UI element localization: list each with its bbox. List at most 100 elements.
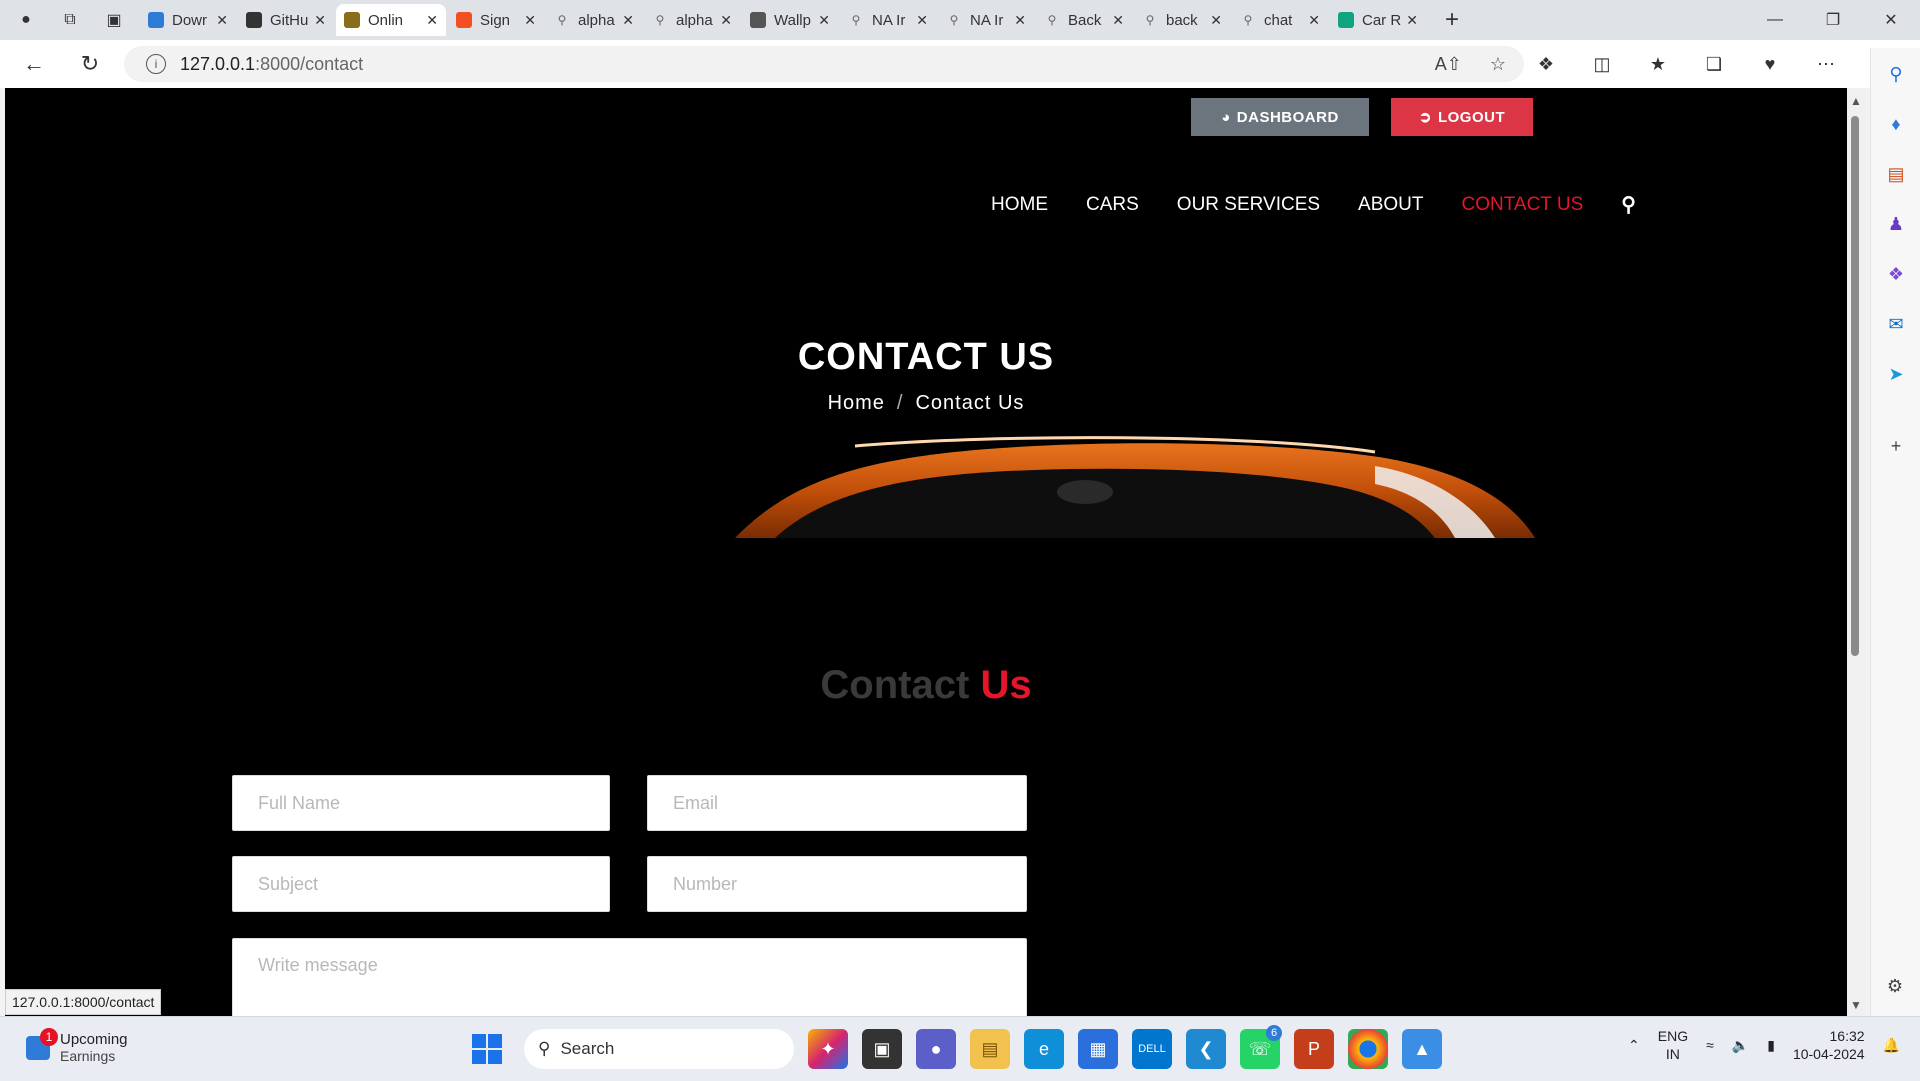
widgets-button[interactable]: 1 Upcoming Earnings <box>26 1027 128 1064</box>
number-input[interactable]: Number <box>647 856 1027 912</box>
browser-tab[interactable]: ⚲ alpha ✕ <box>546 4 642 36</box>
teams-chat-icon[interactable]: ● <box>916 1029 956 1069</box>
microsoft-365-icon[interactable]: ❖ <box>1880 258 1912 290</box>
performance-icon[interactable]: ♥ <box>1752 46 1788 82</box>
refresh-button[interactable]: ↻ <box>72 46 108 82</box>
close-tab-icon[interactable]: ✕ <box>524 12 536 29</box>
show-hidden-icons-icon[interactable]: ⌃ <box>1628 1037 1640 1054</box>
volume-icon[interactable]: 🔈 <box>1732 1037 1749 1054</box>
vscode-app-icon[interactable]: ❮ <box>1186 1029 1226 1069</box>
nav-cars[interactable]: CARS <box>1086 194 1139 216</box>
chrome-app-icon[interactable] <box>1348 1029 1388 1069</box>
nav-our-services[interactable]: OUR SERVICES <box>1177 194 1320 216</box>
edge-browser-icon[interactable]: e <box>1024 1029 1064 1069</box>
site-info-icon[interactable]: i <box>146 54 166 74</box>
tools-briefcase-icon[interactable]: ▤ <box>1880 158 1912 190</box>
browser-tab[interactable]: Car R ✕ <box>1330 4 1426 36</box>
notification-bell-icon[interactable]: 🔔 <box>1883 1037 1900 1054</box>
full-name-input[interactable]: Full Name <box>232 775 610 831</box>
favorites-icon[interactable]: ★ <box>1640 46 1676 82</box>
browser-tab[interactable]: Wallp ✕ <box>742 4 838 36</box>
email-input[interactable]: Email <box>647 775 1027 831</box>
close-tab-icon[interactable]: ✕ <box>1112 12 1124 29</box>
clock[interactable]: 16:32 10-04-2024 <box>1793 1027 1865 1063</box>
battery-icon[interactable]: ▮ <box>1767 1037 1775 1054</box>
task-view-icon[interactable]: ▣ <box>862 1029 902 1069</box>
browser-tab[interactable]: ⚲ NA Ir ✕ <box>938 4 1034 36</box>
sidebar-search-icon[interactable]: ⚲ <box>1880 58 1912 90</box>
games-icon[interactable]: ♟ <box>1880 208 1912 240</box>
taskbar-search[interactable]: ⚲ Search <box>524 1029 794 1069</box>
start-button[interactable] <box>472 1034 502 1064</box>
page-scrollbar[interactable]: ▲ ▼ <box>1847 88 1865 1016</box>
nav-about[interactable]: ABOUT <box>1358 194 1423 216</box>
window-controls: — ❐ ✕ <box>1746 0 1920 40</box>
url-host: 127.0.0.1 <box>180 53 256 74</box>
split-screen-icon[interactable]: ◫ <box>1584 46 1620 82</box>
powerpoint-app-icon[interactable]: P <box>1294 1029 1334 1069</box>
close-window-button[interactable]: ✕ <box>1862 0 1920 40</box>
url-text[interactable]: 127.0.0.1:8000/contact <box>180 54 363 75</box>
nav-contact-us[interactable]: CONTACT US <box>1462 194 1584 216</box>
browser-tab[interactable]: GitHu ✕ <box>238 4 334 36</box>
close-tab-icon[interactable]: ✕ <box>818 12 830 29</box>
language-indicator[interactable]: ENG IN <box>1658 1027 1688 1063</box>
extensions-icon[interactable]: ❖ <box>1528 46 1564 82</box>
favorite-star-icon[interactable]: ☆ <box>1490 54 1506 75</box>
close-tab-icon[interactable]: ✕ <box>1014 12 1026 29</box>
close-tab-icon[interactable]: ✕ <box>622 12 634 29</box>
file-explorer-icon[interactable]: ▤ <box>970 1029 1010 1069</box>
wifi-icon[interactable]: ≈ <box>1706 1037 1714 1053</box>
close-tab-icon[interactable]: ✕ <box>1406 12 1418 29</box>
scroll-up-icon[interactable]: ▲ <box>1850 94 1862 108</box>
search-icon[interactable]: ⚲ <box>1621 192 1636 217</box>
back-button[interactable]: ← <box>16 46 52 82</box>
workspaces-icon[interactable]: ⧉ <box>52 2 88 38</box>
nav-home[interactable]: HOME <box>991 194 1048 216</box>
dell-app-icon[interactable]: DELL <box>1132 1029 1172 1069</box>
scrollbar-thumb[interactable] <box>1851 116 1859 656</box>
url-field[interactable]: i 127.0.0.1:8000/contact A⇧ ☆ <box>124 46 1524 82</box>
collections-icon[interactable]: ❏ <box>1696 46 1732 82</box>
copilot-app-icon[interactable]: ✦ <box>808 1029 848 1069</box>
profile-icon[interactable]: ● <box>8 2 44 38</box>
close-tab-icon[interactable]: ✕ <box>216 12 228 29</box>
browser-tab[interactable]: Onlin ✕ <box>336 4 446 36</box>
outlook-icon[interactable]: ✉ <box>1880 308 1912 340</box>
hero-title: CONTACT US <box>797 336 1055 378</box>
read-aloud-icon[interactable]: A⇧ <box>1435 54 1462 75</box>
subject-input[interactable]: Subject <box>232 856 610 912</box>
browser-tab[interactable]: ⚲ chat ✕ <box>1232 4 1328 36</box>
browser-tab[interactable]: ⚲ back ✕ <box>1134 4 1230 36</box>
browser-tab[interactable]: ⚲ Back ✕ <box>1036 4 1132 36</box>
add-sidebar-app-icon[interactable]: + <box>1880 430 1912 462</box>
whatsapp-app-icon[interactable]: ☏ 6 <box>1240 1025 1282 1069</box>
browser-tab[interactable]: ⚲ NA Ir ✕ <box>840 4 936 36</box>
scroll-down-icon[interactable]: ▼ <box>1850 998 1862 1012</box>
browser-tab-bar: ● ⧉ ▣ Dowr ✕ GitHu ✕ Onlin ✕ Sign ✕ ⚲ alpha ✕ ⚲ alph… <box>0 0 1920 40</box>
microsoft-store-icon[interactable]: ▦ <box>1078 1029 1118 1069</box>
sidebar-settings-icon[interactable]: ⚙ <box>1879 970 1911 1002</box>
logout-button[interactable]: ➲ LOGOUT <box>1391 98 1533 136</box>
subject-placeholder: Subject <box>258 873 319 894</box>
shopping-tag-icon[interactable]: ♦ <box>1880 108 1912 140</box>
browser-tab[interactable]: ⚲ alpha ✕ <box>644 4 740 36</box>
close-tab-icon[interactable]: ✕ <box>426 12 438 29</box>
breadcrumb-home[interactable]: Home <box>828 392 885 414</box>
close-tab-icon[interactable]: ✕ <box>916 12 928 29</box>
close-tab-icon[interactable]: ✕ <box>1308 12 1320 29</box>
browser-tab[interactable]: Sign ✕ <box>448 4 544 36</box>
browser-tab[interactable]: Dowr ✕ <box>140 4 236 36</box>
tab-actions-icon[interactable]: ▣ <box>96 2 132 38</box>
more-menu-icon[interactable]: ⋯ <box>1808 46 1844 82</box>
close-tab-icon[interactable]: ✕ <box>314 12 326 29</box>
close-tab-icon[interactable]: ✕ <box>720 12 732 29</box>
new-tab-button[interactable]: + <box>1436 4 1468 36</box>
minimize-button[interactable]: — <box>1746 0 1804 40</box>
send-icon[interactable]: ➤ <box>1880 358 1912 390</box>
close-tab-icon[interactable]: ✕ <box>1210 12 1222 29</box>
message-textarea[interactable]: Write message <box>232 938 1027 1016</box>
photos-app-icon[interactable]: ▲ <box>1402 1029 1442 1069</box>
dashboard-button[interactable]: ◕ DASHBOARD <box>1191 98 1369 136</box>
restore-button[interactable]: ❐ <box>1804 0 1862 40</box>
